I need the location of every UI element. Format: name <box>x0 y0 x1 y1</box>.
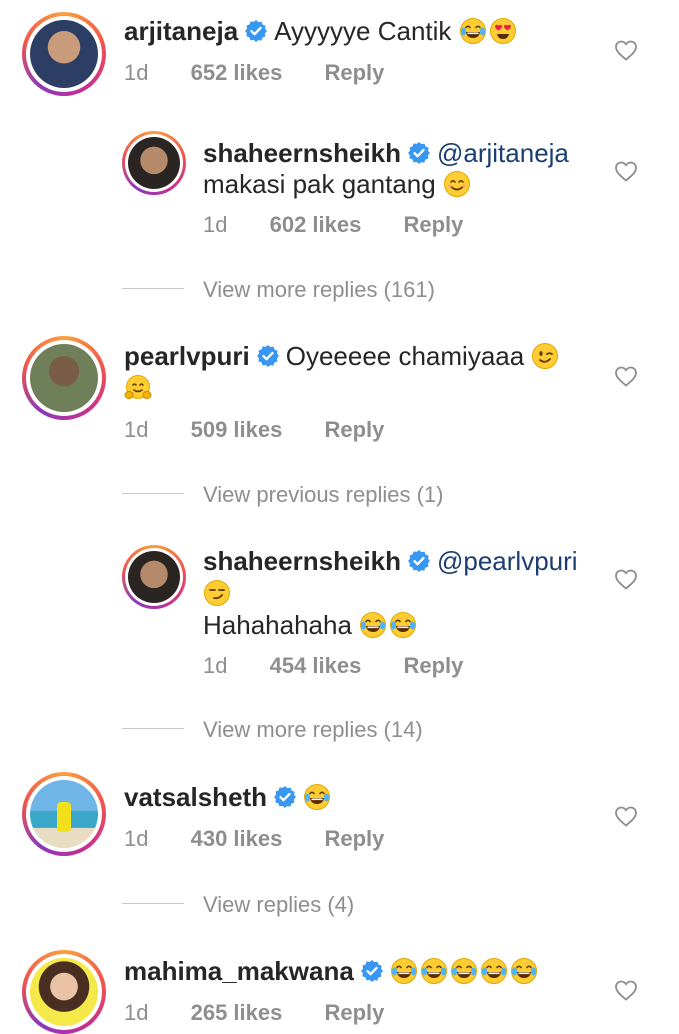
divider <box>122 288 184 289</box>
laugh-cry-emoji-icon <box>450 957 478 985</box>
view-previous-replies-button[interactable]: View previous replies (1) <box>203 482 443 508</box>
likes-count[interactable]: 652 likes <box>191 60 283 85</box>
laugh-cry-emoji-icon <box>510 957 538 985</box>
verified-badge-icon <box>407 549 431 573</box>
timestamp: 1d <box>203 212 228 237</box>
avatar[interactable] <box>122 131 186 195</box>
timestamp: 1d <box>124 60 149 85</box>
avatar[interactable] <box>122 545 186 609</box>
avatar[interactable] <box>22 336 106 420</box>
laugh-cry-emoji-icon <box>459 17 487 45</box>
reply-button[interactable]: Reply <box>324 826 384 851</box>
verified-badge-icon <box>256 344 280 368</box>
username[interactable]: mahima_makwana <box>124 956 354 986</box>
username[interactable]: shaheernsheikh <box>203 138 401 168</box>
heart-eyes-emoji-icon <box>489 17 517 45</box>
likes-count[interactable]: 430 likes <box>191 826 283 851</box>
mention-link[interactable]: @pearlvpuri <box>437 546 578 576</box>
likes-count[interactable]: 265 likes <box>191 1000 283 1025</box>
timestamp: 1d <box>124 417 149 442</box>
avatar[interactable] <box>22 950 106 1034</box>
verified-badge-icon <box>360 959 384 983</box>
divider <box>122 728 184 729</box>
username[interactable]: shaheernsheikh <box>203 546 401 576</box>
laugh-cry-emoji-icon <box>303 783 331 811</box>
divider <box>122 903 184 904</box>
reply-button[interactable]: Reply <box>324 417 384 442</box>
username[interactable]: arjitaneja <box>124 16 238 46</box>
timestamp: 1d <box>124 826 149 851</box>
reply-button[interactable]: Reply <box>324 1000 384 1025</box>
reply-button[interactable]: Reply <box>403 212 463 237</box>
wink-emoji-icon <box>531 342 559 370</box>
timestamp: 1d <box>203 653 228 678</box>
reply-button[interactable]: Reply <box>403 653 463 678</box>
laugh-cry-emoji-icon <box>390 957 418 985</box>
comment-text: Hahahahaha <box>203 610 352 640</box>
likes-count[interactable]: 509 likes <box>191 417 283 442</box>
username[interactable]: pearlvpuri <box>124 341 250 371</box>
comment-text: makasi pak gantang <box>203 169 436 199</box>
verified-badge-icon <box>244 19 268 43</box>
hug-emoji-icon <box>124 374 152 402</box>
mention-link[interactable]: @arjitaneja <box>437 138 569 168</box>
view-more-replies-button[interactable]: View more replies (14) <box>203 717 423 743</box>
likes-count[interactable]: 454 likes <box>270 653 362 678</box>
comment-text: Ayyyyye Cantik <box>274 16 452 46</box>
divider <box>122 493 184 494</box>
like-heart-icon[interactable] <box>614 568 638 590</box>
timestamp: 1d <box>124 1000 149 1025</box>
like-heart-icon[interactable] <box>614 805 638 827</box>
laugh-cry-emoji-icon <box>420 957 448 985</box>
like-heart-icon[interactable] <box>614 365 638 387</box>
view-more-replies-button[interactable]: View more replies (161) <box>203 277 435 303</box>
username[interactable]: vatsalsheth <box>124 782 267 812</box>
reply-button[interactable]: Reply <box>324 60 384 85</box>
comment-text: Oyeeeee chamiyaaa <box>285 341 525 371</box>
laugh-cry-emoji-icon <box>389 611 417 639</box>
avatar[interactable] <box>22 12 106 96</box>
like-heart-icon[interactable] <box>614 160 638 182</box>
verified-badge-icon <box>273 785 297 809</box>
like-heart-icon[interactable] <box>614 979 638 1001</box>
verified-badge-icon <box>407 141 431 165</box>
like-heart-icon[interactable] <box>614 39 638 61</box>
smile-emoji-icon <box>443 170 471 198</box>
laugh-cry-emoji-icon <box>359 611 387 639</box>
smirk-emoji-icon <box>203 579 231 607</box>
laugh-cry-emoji-icon <box>480 957 508 985</box>
view-replies-button[interactable]: View replies (4) <box>203 892 354 918</box>
likes-count[interactable]: 602 likes <box>270 212 362 237</box>
avatar[interactable] <box>22 772 106 856</box>
